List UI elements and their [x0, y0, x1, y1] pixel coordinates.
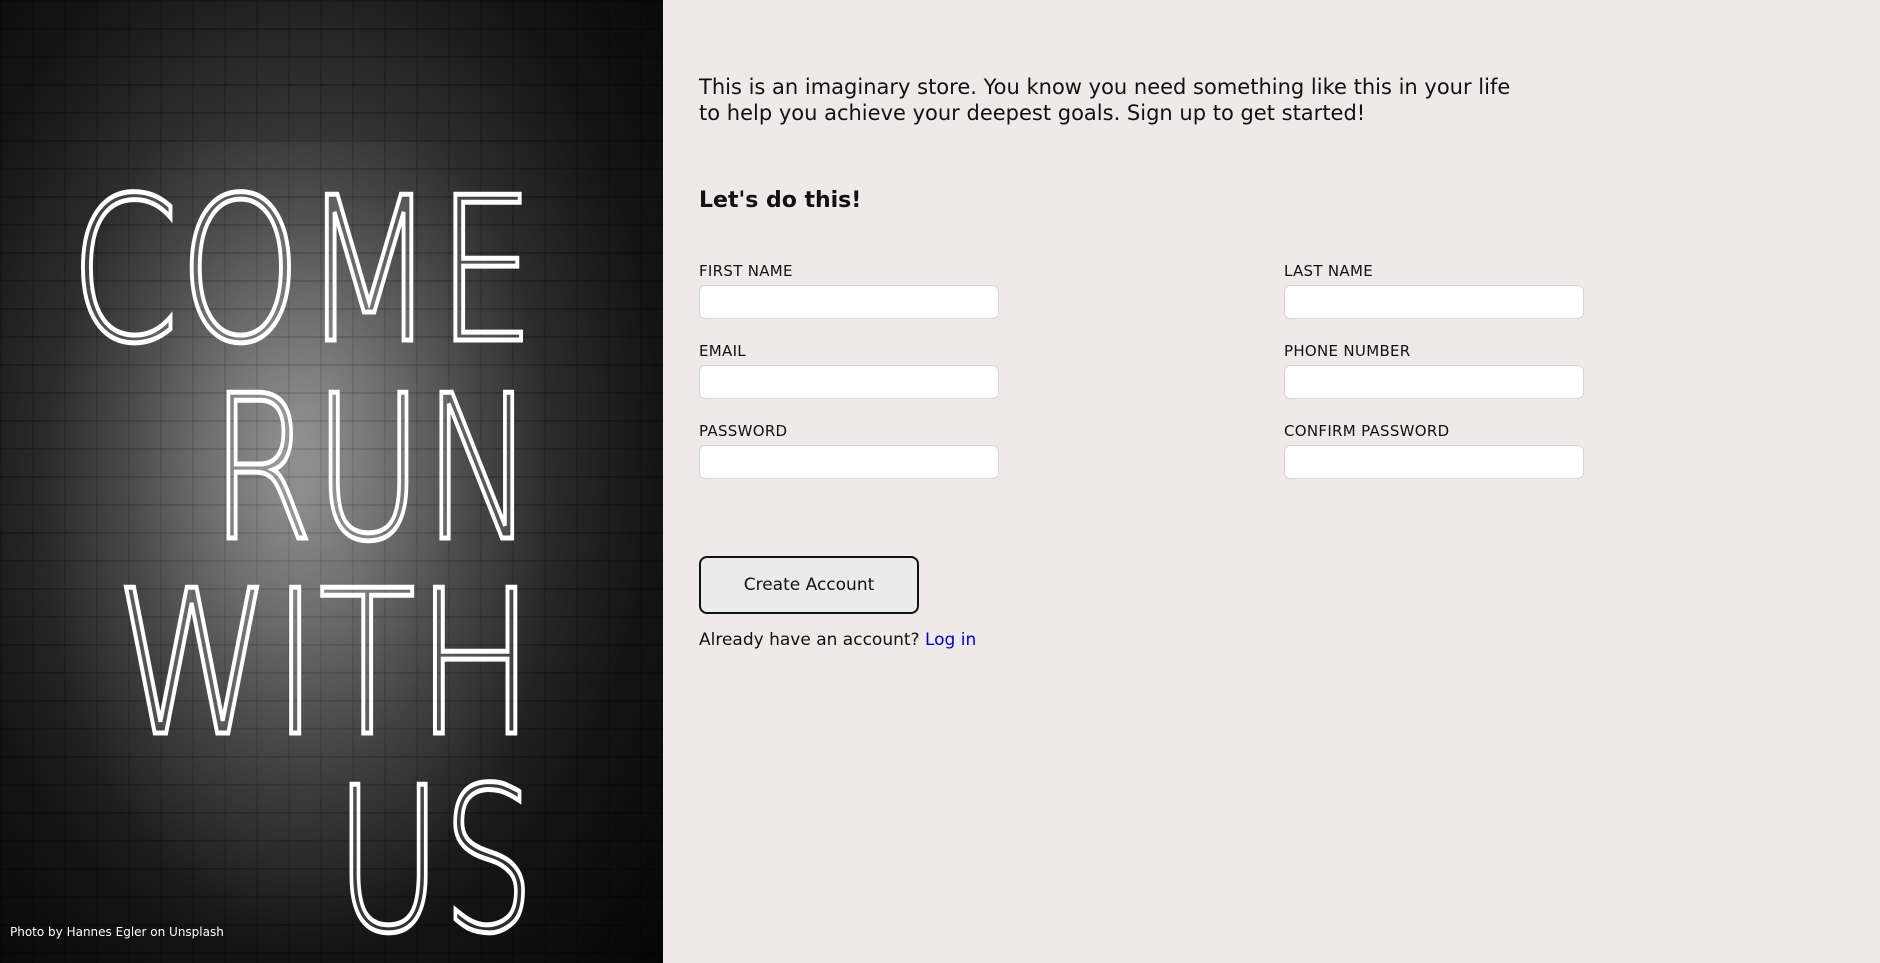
last-name-input[interactable]	[1284, 285, 1584, 319]
confirm-password-input[interactable]	[1284, 445, 1584, 479]
signup-page: COME RUN WITH US Photo by Hannes Egler o…	[0, 0, 1880, 963]
email-group: EMAIL	[699, 342, 1001, 399]
create-account-button[interactable]: Create Account	[699, 556, 919, 614]
password-input[interactable]	[699, 445, 999, 479]
login-prompt-line: Already have an account? Log in	[699, 630, 976, 650]
phone-group: PHONE NUMBER	[1284, 342, 1586, 399]
form-heading: Let's do this!	[699, 188, 862, 213]
last-name-label: LAST NAME	[1284, 262, 1374, 280]
confirm-password-label: CONFIRM PASSWORD	[1284, 422, 1450, 440]
login-prompt-text: Already have an account?	[699, 630, 920, 650]
hero-photo: COME RUN WITH US Photo by Hannes Egler o…	[0, 0, 663, 963]
neon-line-4: US	[335, 745, 535, 963]
phone-input[interactable]	[1284, 365, 1584, 399]
last-name-group: LAST NAME	[1284, 262, 1586, 319]
phone-label: PHONE NUMBER	[1284, 342, 1411, 360]
password-group: PASSWORD	[699, 422, 1001, 479]
first-name-label: FIRST NAME	[699, 262, 793, 280]
neon-sign: COME RUN WITH US	[68, 153, 538, 963]
login-link[interactable]: Log in	[925, 630, 976, 650]
photo-credit: Photo by Hannes Egler on Unsplash	[10, 925, 224, 939]
intro-text: This is an imaginary store. You know you…	[699, 75, 1511, 125]
first-name-group: FIRST NAME	[699, 262, 1001, 319]
confirm-password-group: CONFIRM PASSWORD	[1284, 422, 1586, 479]
signup-content: This is an imaginary store. You know you…	[663, 0, 1880, 963]
email-input[interactable]	[699, 365, 999, 399]
email-label: EMAIL	[699, 342, 746, 360]
first-name-input[interactable]	[699, 285, 999, 319]
password-label: PASSWORD	[699, 422, 788, 440]
